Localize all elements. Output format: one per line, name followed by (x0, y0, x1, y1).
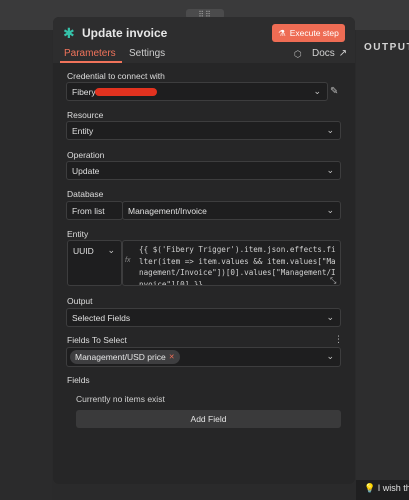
entity-label: Entity (67, 229, 89, 239)
fields-label: Fields (67, 375, 90, 385)
credential-select[interactable]: Fibery ⌄ (66, 82, 328, 101)
redaction-mark (95, 88, 157, 96)
panel-header: ✱ Update invoice ⚗ Execute step Paramete… (53, 17, 355, 63)
credential-label: Credential to connect with (67, 71, 165, 81)
more-options-icon[interactable]: ⋮ (334, 334, 343, 345)
close-icon[interactable]: ✕ (169, 353, 175, 361)
tab-bar: Parameters Settings ⬡ Docs ↗ (53, 47, 355, 63)
left-canvas-area (0, 30, 52, 500)
chevron-down-icon: ⌄ (313, 86, 321, 96)
pencil-icon[interactable]: ✎ (330, 86, 338, 97)
expand-icon[interactable]: ⤡ (330, 276, 336, 285)
tab-parameters[interactable]: Parameters (64, 48, 116, 59)
cube-icon: ⬡ (294, 49, 302, 59)
output-pane (356, 30, 409, 500)
footer-text: 💡 I wish this (364, 483, 409, 493)
flask-icon: ⚗ (278, 27, 286, 38)
empty-state-text: Currently no items exist (76, 394, 165, 404)
chevron-down-icon: ⌄ (107, 245, 115, 255)
database-mode-select[interactable]: From list (66, 201, 123, 220)
execute-step-button[interactable]: ⚗ Execute step (272, 24, 345, 42)
output-select[interactable]: Selected Fields ⌄ (66, 308, 341, 327)
field-tag[interactable]: Management/USD price ✕ (70, 350, 180, 364)
chevron-down-icon: ⌄ (326, 125, 334, 135)
output-field-label: Output (67, 296, 93, 306)
output-pane-title: OUTPUT (364, 42, 409, 53)
chevron-down-icon: ⌄ (326, 205, 334, 215)
operation-select[interactable]: Update ⌄ (66, 161, 341, 180)
tab-settings[interactable]: Settings (129, 48, 165, 59)
node-title[interactable]: Update invoice (82, 26, 167, 40)
database-label: Database (67, 189, 104, 199)
active-tab-indicator (60, 61, 122, 63)
chevron-down-icon: ⌄ (326, 165, 334, 175)
chevron-down-icon: ⌄ (326, 312, 334, 322)
entity-expression: {{ $('Fibery Trigger').item.json.effects… (139, 245, 336, 286)
docs-link[interactable]: Docs ↗ (312, 48, 347, 59)
fields-to-select-label: Fields To Select (67, 335, 127, 345)
resource-label: Resource (67, 110, 104, 120)
entity-expression-editor[interactable]: fx {{ $('Fibery Trigger').item.json.effe… (122, 240, 341, 286)
fx-icon: fx (125, 257, 131, 264)
operation-label: Operation (67, 150, 105, 160)
lightbulb-icon: 💡 (364, 483, 378, 493)
database-select[interactable]: Management/Invoice ⌄ (122, 201, 341, 220)
add-field-button[interactable]: Add Field (76, 410, 341, 428)
chevron-down-icon: ⌄ (326, 351, 334, 361)
external-link-icon: ↗ (338, 48, 348, 59)
resource-select[interactable]: Entity ⌄ (66, 121, 341, 140)
asterisk-icon: ✱ (63, 25, 75, 41)
entity-mode-select[interactable]: UUID ⌄ (67, 240, 122, 286)
